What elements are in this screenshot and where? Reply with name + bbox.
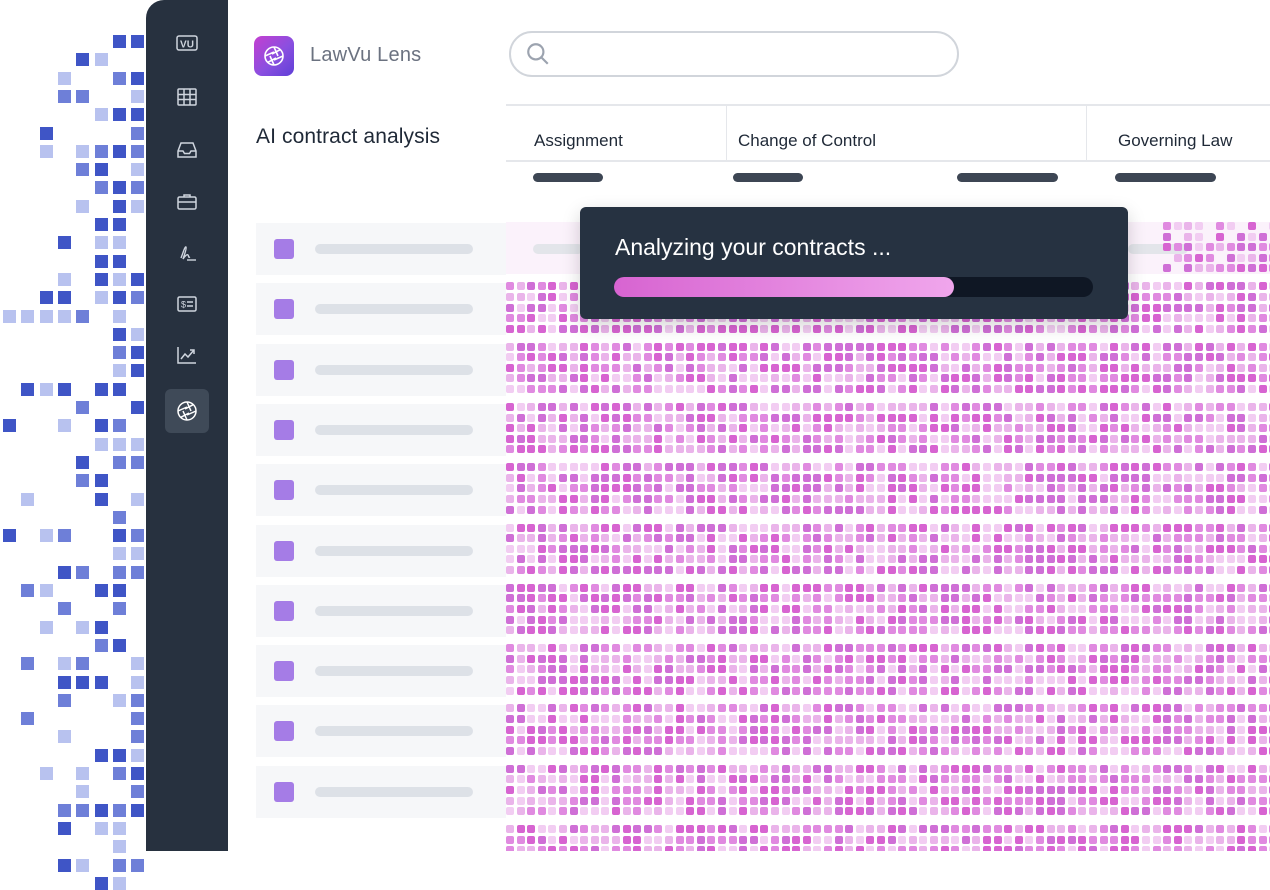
signature-icon (180, 246, 196, 261)
sidebar-item-lens[interactable] (165, 389, 209, 433)
analysis-progress-dialog: Analyzing your contracts ... (580, 207, 1128, 319)
row-checkbox[interactable] (274, 540, 294, 561)
column-header-governing-law[interactable]: Governing Law (1118, 131, 1232, 151)
svg-text:VU: VU (180, 40, 194, 51)
row-placeholder-line (315, 666, 473, 677)
app-title: LawVu Lens (310, 44, 422, 66)
row-placeholder-line (315, 485, 473, 496)
column-header-assignment[interactable]: Assignment (534, 131, 623, 151)
header-placeholder-bar (1115, 173, 1216, 182)
row-placeholder-line (315, 605, 473, 616)
search-input[interactable] (509, 31, 959, 77)
contract-row[interactable] (256, 765, 506, 818)
briefcase-icon (177, 194, 197, 210)
contract-row[interactable] (256, 223, 506, 275)
contract-row[interactable] (256, 645, 506, 698)
header-placeholder-bar (957, 173, 1058, 182)
aperture-lens-icon (264, 46, 284, 66)
row-checkbox[interactable] (274, 419, 294, 440)
row-checkbox[interactable] (274, 359, 294, 380)
svg-text:$: $ (181, 300, 186, 310)
row-placeholder-line (315, 545, 473, 556)
contract-row[interactable] (256, 524, 506, 577)
progress-bar (614, 277, 1093, 297)
row-checkbox[interactable] (274, 299, 294, 320)
progress-bar-fill (614, 277, 955, 297)
column-divider (726, 106, 727, 162)
sidebar-item-home[interactable]: VU (165, 21, 209, 65)
row-checkbox[interactable] (274, 239, 294, 259)
invoice-dollar-icon: $ (177, 296, 197, 312)
row-checkbox[interactable] (274, 600, 294, 621)
sidebar-item-matters[interactable] (165, 75, 209, 119)
column-divider (1086, 106, 1087, 162)
row-placeholder-line (315, 304, 473, 315)
contract-row[interactable] (256, 705, 506, 758)
page-title: AI contract analysis (256, 125, 441, 148)
row-checkbox[interactable] (274, 721, 294, 742)
sidebar-item-reports[interactable] (165, 333, 209, 377)
search-icon (527, 43, 549, 65)
row-checkbox[interactable] (274, 661, 294, 682)
analytics-chart-icon (177, 347, 196, 364)
aperture-lens-icon (177, 401, 197, 421)
sidebar-item-invoices[interactable]: $ (165, 282, 209, 326)
contract-row[interactable] (256, 403, 506, 456)
sidebar-item-inbox[interactable] (165, 128, 209, 172)
grid-table-icon (177, 88, 197, 106)
contract-row[interactable] (256, 283, 506, 336)
header-placeholder-bar (733, 173, 803, 182)
row-placeholder-line (315, 364, 473, 375)
row-placeholder-line (315, 424, 473, 435)
progress-message: Analyzing your contracts ... (615, 234, 892, 260)
contract-row[interactable] (256, 584, 506, 637)
column-header-row: Assignment Change of Control Governing L… (506, 104, 1270, 162)
app-logo (254, 36, 294, 76)
decorative-pixel-pattern (0, 0, 146, 890)
lawvu-logo-icon: VU (176, 35, 198, 51)
row-checkbox[interactable] (274, 781, 294, 802)
row-placeholder-line (315, 726, 473, 737)
row-placeholder-line (315, 786, 473, 797)
contract-row[interactable] (256, 464, 506, 517)
sidebar-item-signatures[interactable] (165, 231, 209, 275)
sidebar: VU $ (146, 0, 228, 851)
header-placeholder-bar (533, 173, 603, 182)
sidebar-item-work[interactable] (165, 180, 209, 224)
inbox-tray-icon (177, 142, 197, 158)
row-checkbox[interactable] (274, 480, 294, 501)
row-placeholder-line (315, 244, 473, 254)
contract-row[interactable] (256, 343, 506, 396)
column-header-change-of-control[interactable]: Change of Control (738, 131, 876, 151)
